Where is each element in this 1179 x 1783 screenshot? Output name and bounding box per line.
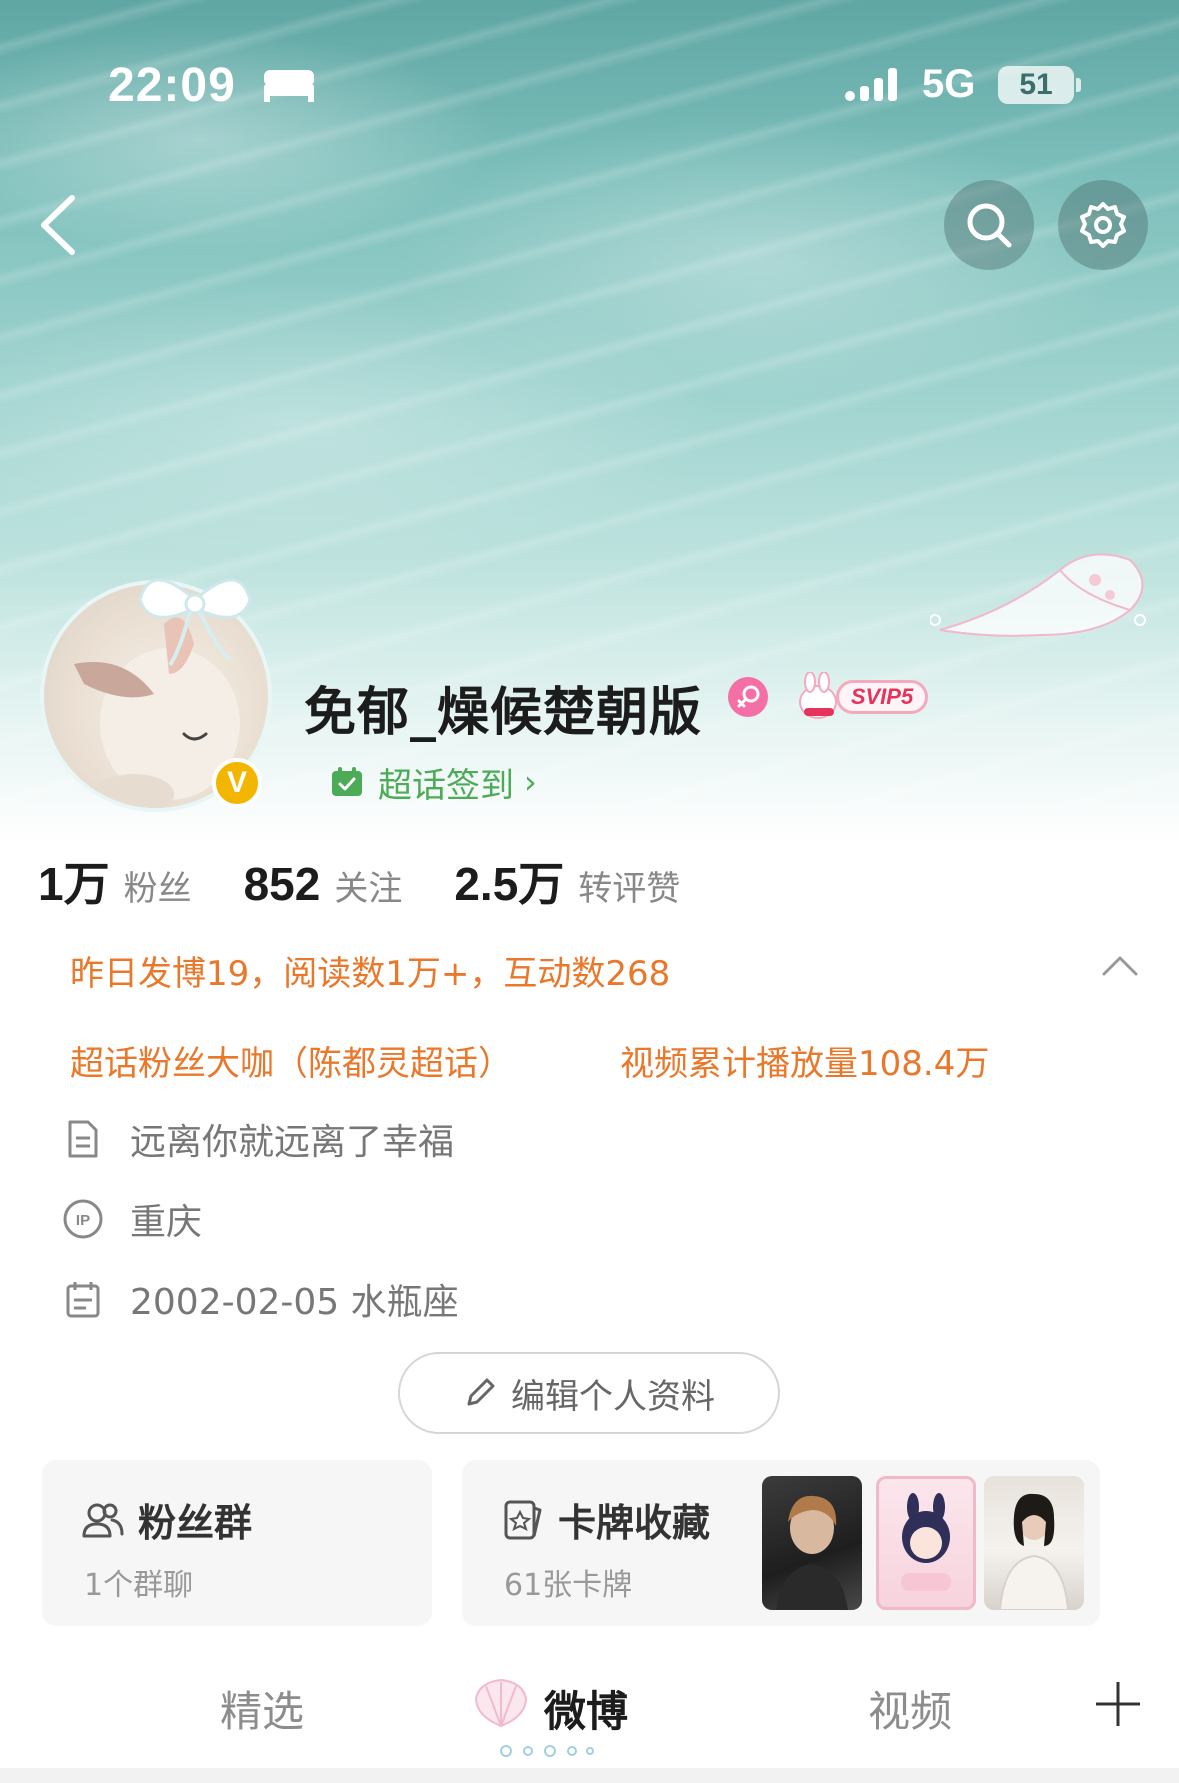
card-collection-title-row: 卡牌收藏 <box>500 1492 710 1547</box>
stat-interactions-label: 转评赞 <box>578 869 681 909</box>
tab-video[interactable]: 视频 <box>868 1678 952 1739</box>
status-bar: 22:09 5G 51 <box>0 40 1179 130</box>
search-icon <box>967 203 1012 248</box>
birthday-text: 2002-02-05 水瓶座 <box>130 1282 459 1323</box>
ip-location: 重庆 <box>130 1202 203 1243</box>
card-thumbnail[interactable] <box>876 1476 976 1610</box>
bio-text: 远离你就远离了幸福 <box>130 1122 455 1163</box>
active-tab-indicator <box>500 1745 594 1757</box>
battery-level: 51 <box>998 66 1074 104</box>
stat-interactions-count: 2.5万 <box>454 858 565 910</box>
birthday-row: 2002-02-05 水瓶座 <box>62 1274 459 1324</box>
card-collection-title: 卡牌收藏 <box>558 1501 711 1545</box>
card-thumbnail[interactable] <box>762 1476 862 1610</box>
stat-followers[interactable]: 1万 粉丝 <box>38 848 192 914</box>
cartoon-thumbnail-image <box>901 1493 951 1591</box>
profile-banner <box>0 0 1179 980</box>
fan-group-card[interactable]: 粉丝群 1个群聊 <box>42 1460 432 1626</box>
card-collection-subtitle: 61张卡牌 <box>504 1568 633 1603</box>
bed-icon <box>264 70 314 102</box>
edit-profile-label: 编辑个人资料 <box>511 1376 715 1417</box>
female-icon <box>737 685 760 708</box>
calendar-check-icon <box>332 767 362 796</box>
portrait-thumbnail-image <box>998 1493 1070 1610</box>
ip-row: IP 重庆 <box>62 1194 202 1244</box>
document-icon <box>68 1120 98 1158</box>
stat-following-count: 852 <box>243 858 321 910</box>
stat-following-label: 关注 <box>334 869 403 909</box>
svip-badge[interactable]: SVIP5 <box>792 672 932 722</box>
signal-icon <box>845 68 897 101</box>
gender-badge <box>728 677 768 717</box>
card-collection-card[interactable]: 卡牌收藏 61张卡牌 <box>462 1460 1100 1626</box>
svg-text:IP: IP <box>76 1212 90 1229</box>
edit-profile-button[interactable]: 编辑个人资料 <box>398 1352 780 1434</box>
gear-icon <box>1080 202 1126 248</box>
search-button[interactable] <box>944 180 1034 270</box>
profile-tabs: 精选 微博 视频 <box>0 1660 1179 1764</box>
svip-level: SVIP5 <box>836 680 928 714</box>
stat-followers-count: 1万 <box>38 858 110 910</box>
chevron-right-icon: › <box>524 763 537 801</box>
stat-interactions[interactable]: 2.5万 转评赞 <box>454 848 680 914</box>
daily-summary: 昨日发博19，阅读数1万+，互动数268 <box>70 954 671 994</box>
bow-decoration <box>138 578 252 667</box>
fan-group-subtitle: 1个群聊 <box>84 1568 194 1603</box>
card-thumbnail[interactable] <box>984 1476 1084 1610</box>
supertopic-checkin-button[interactable]: 超话签到 › <box>330 758 537 806</box>
card-icon <box>504 1500 542 1539</box>
status-time: 22:09 <box>108 59 236 112</box>
bio-row: 远离你就远离了幸福 <box>62 1114 454 1164</box>
back-icon[interactable] <box>28 190 88 260</box>
tag-supertopic-fan[interactable]: 超话粉丝大咖（陈都灵超话） <box>70 1036 512 1085</box>
chevron-up-icon[interactable] <box>1100 950 1140 980</box>
tab-featured[interactable]: 精选 <box>220 1678 304 1739</box>
settings-button[interactable] <box>1058 180 1148 270</box>
fan-group-title-row: 粉丝群 <box>80 1492 252 1547</box>
fan-group-title: 粉丝群 <box>138 1501 253 1545</box>
calendar-icon <box>66 1282 100 1318</box>
stat-following[interactable]: 852 关注 <box>244 857 403 911</box>
profile-stats: 1万 粉丝 852 关注 2.5万 转评赞 <box>38 848 732 911</box>
stat-followers-label: 粉丝 <box>123 869 192 909</box>
plus-icon[interactable] <box>1094 1680 1142 1728</box>
seashell-decoration <box>930 553 1146 637</box>
tab-weibo[interactable]: 微博 <box>544 1678 628 1739</box>
portrait-thumbnail-image <box>776 1495 848 1610</box>
tabs-divider <box>0 1768 1179 1783</box>
shell-icon <box>474 1678 528 1728</box>
group-icon <box>82 1503 124 1537</box>
supertopic-checkin-label: 超话签到 <box>378 765 514 806</box>
achievement-tags: 超话粉丝大咖（陈都灵超话） 视频累计播放量108.4万 <box>70 1036 1130 1085</box>
username: 免郁_燥候楚朝版 <box>304 683 703 743</box>
verified-badge: V <box>212 758 262 808</box>
battery-tip <box>1076 78 1081 92</box>
ip-icon: IP <box>63 1199 103 1239</box>
tag-video-plays[interactable]: 视频累计播放量108.4万 <box>620 1036 989 1085</box>
network-type: 5G <box>922 62 976 106</box>
pencil-icon <box>467 1378 495 1406</box>
